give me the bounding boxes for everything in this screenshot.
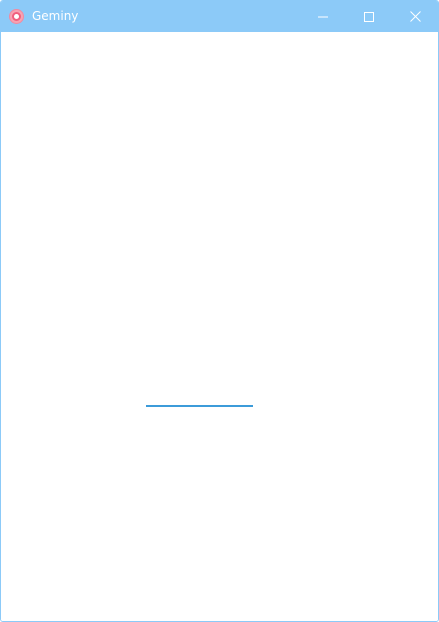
minimize-icon bbox=[318, 16, 328, 17]
main-content bbox=[1, 32, 438, 621]
close-button[interactable] bbox=[392, 1, 438, 32]
window-title: Geminy bbox=[32, 9, 79, 23]
maximize-button[interactable] bbox=[346, 1, 392, 32]
maximize-icon bbox=[364, 11, 374, 22]
app-logo-mark bbox=[12, 12, 21, 21]
loading-progress-fill bbox=[146, 405, 253, 407]
minimize-button[interactable] bbox=[300, 1, 346, 32]
window-controls bbox=[300, 1, 438, 32]
app-window: Geminy bbox=[0, 0, 439, 622]
loading-progress-bar bbox=[146, 405, 253, 407]
app-logo-icon[interactable] bbox=[9, 9, 24, 24]
title-bar[interactable]: Geminy bbox=[1, 1, 438, 32]
close-icon bbox=[409, 11, 421, 22]
